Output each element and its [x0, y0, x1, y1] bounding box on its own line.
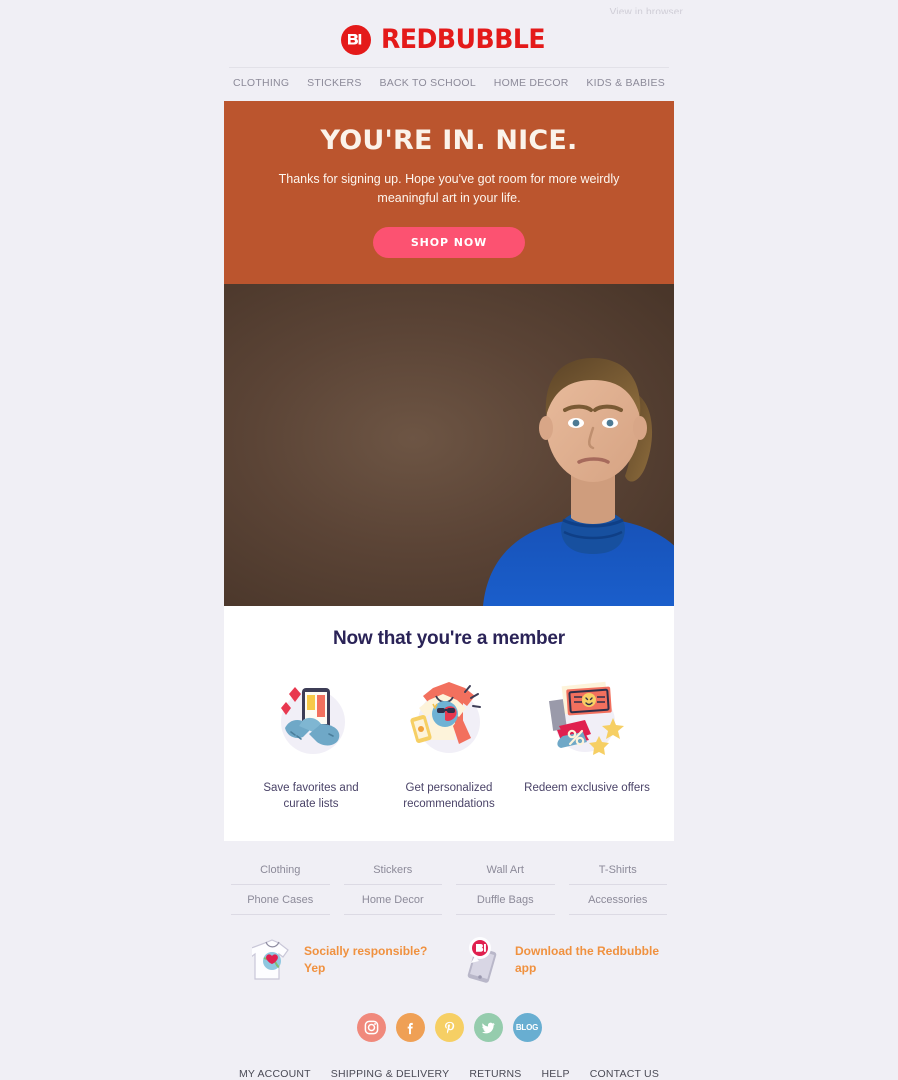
member-section-title: Now that you're a member [333, 627, 565, 649]
redbubble-logo-icon[interactable] [340, 24, 371, 55]
benefit-caption: Get personalized recommendations [403, 781, 495, 811]
category-cell: Wall Art [449, 855, 562, 886]
category-link-duffle-bags[interactable]: Duffle Bags [456, 885, 555, 916]
view-in-browser-link[interactable]: View in browser [610, 7, 683, 14]
nav-item-kids-and-babies[interactable]: KIDS & BABIES [586, 77, 665, 89]
shop-now-button[interactable]: SHOP NOW [373, 226, 525, 258]
benefits-list: Save favorites and curate lists Get pers… [242, 664, 656, 813]
email-content: YOU'RE IN. NICE. Thanks for signing up. … [224, 101, 674, 1080]
footer-link-returns[interactable]: RETURNS [469, 1068, 521, 1080]
nav-item-back-to-school[interactable]: BACK TO SCHOOL [379, 77, 475, 89]
hands-phone-hearts-icon [248, 664, 374, 768]
category-cell: Accessories [562, 885, 675, 916]
benefit-caption: Redeem exclusive offers [524, 781, 650, 794]
portrait-illustration [483, 357, 674, 606]
twitter-icon[interactable] [473, 1013, 503, 1043]
benefit-caption: Save favorites and curate lists [263, 781, 359, 811]
social-links: BLOG [224, 983, 674, 1043]
brand-wordmark: REDBUBBLE [380, 24, 546, 55]
category-cell: Duffle Bags [449, 885, 562, 916]
category-link-t-shirts[interactable]: T-Shirts [568, 855, 667, 886]
banner-headline: YOU'RE IN. NICE. [320, 125, 578, 156]
category-links: Clothing Stickers Wall Art T-Shirts Phon… [224, 841, 675, 916]
member-benefits-section: Now that you're a member Save favorites … [224, 605, 674, 842]
category-link-phone-cases[interactable]: Phone Cases [231, 885, 330, 916]
category-link-clothing[interactable]: Clothing [231, 855, 330, 886]
benefit-item: Get personalized recommendations [380, 664, 518, 813]
blog-icon[interactable]: BLOG [512, 1013, 542, 1043]
promo-download-app[interactable]: Download the Redbubble app [449, 937, 660, 983]
phone-app-icon [463, 937, 503, 983]
footer-link-help[interactable]: HELP [542, 1068, 570, 1080]
brand-header: REDBUBBLE [0, 14, 898, 67]
welcome-banner: YOU'RE IN. NICE. Thanks for signing up. … [224, 101, 674, 284]
footer-link-my-account[interactable]: MY ACCOUNT [239, 1068, 311, 1080]
benefit-item: Save favorites and curate lists [242, 664, 380, 813]
category-cell: T-Shirts [562, 855, 675, 886]
category-link-accessories[interactable]: Accessories [568, 885, 667, 916]
nav-item-home-decor[interactable]: HOME DECOR [494, 77, 569, 89]
category-link-wall-art[interactable]: Wall Art [456, 855, 555, 886]
pinterest-icon[interactable] [434, 1013, 464, 1043]
category-link-stickers[interactable]: Stickers [343, 855, 442, 886]
footer-link-shipping-delivery[interactable]: SHIPPING & DELIVERY [331, 1068, 450, 1080]
footer-links: MY ACCOUNT SHIPPING & DELIVERY RETURNS H… [224, 1042, 674, 1080]
nav-item-clothing[interactable]: CLOTHING [233, 77, 289, 89]
instagram-icon[interactable] [356, 1013, 386, 1043]
category-cell: Phone Cases [224, 885, 337, 916]
promo-links: Socially responsible? Yep Download the R… [224, 915, 674, 983]
category-cell: Home Decor [337, 885, 450, 916]
preheader: View in browser [0, 0, 898, 14]
promo-link-label[interactable]: Socially responsible? Yep [304, 943, 449, 978]
promo-link-label[interactable]: Download the Redbubble app [515, 943, 660, 978]
main-nav: CLOTHING STICKERS BACK TO SCHOOL HOME DE… [229, 67, 669, 89]
coupon-percent-stars-icon [524, 664, 650, 768]
facebook-icon[interactable] [395, 1013, 425, 1043]
tshirt-globe-heart-icon [252, 937, 292, 983]
category-link-home-decor[interactable]: Home Decor [343, 885, 442, 916]
email-body: View in browser REDBUBBLE CLOTHING STICK… [0, 0, 898, 1080]
hero-photo [224, 283, 674, 606]
nav-item-stickers[interactable]: STICKERS [307, 77, 362, 89]
promo-socially-responsible[interactable]: Socially responsible? Yep [238, 937, 449, 983]
footer-link-contact-us[interactable]: CONTACT US [590, 1068, 659, 1080]
benefit-item: Redeem exclusive offers [518, 664, 656, 813]
tshirt-character-icon [386, 664, 512, 768]
banner-subtext: Thanks for signing up. Hope you've got r… [278, 172, 620, 206]
category-cell: Stickers [337, 855, 450, 886]
category-cell: Clothing [224, 855, 337, 886]
